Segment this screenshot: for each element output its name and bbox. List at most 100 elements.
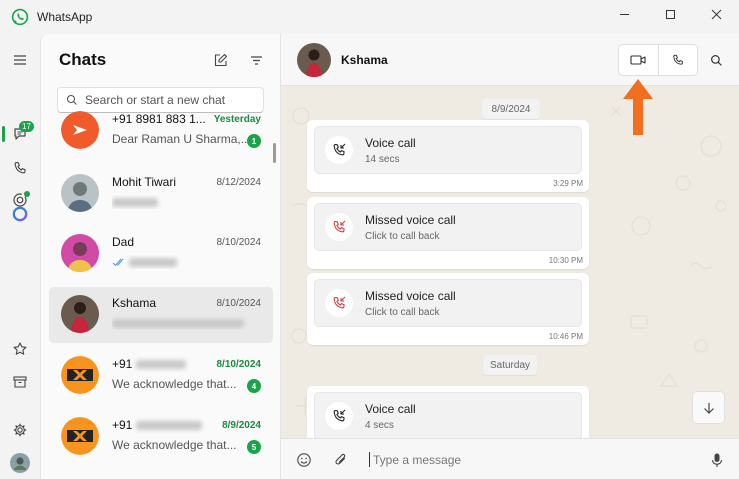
kshama-photo-avatar <box>297 43 331 77</box>
chat-list: +91 8981 883 1... Yesterday Dear Raman U… <box>41 111 280 479</box>
paperclip-icon <box>335 453 346 465</box>
chat-date: 8/10/2024 <box>216 237 262 248</box>
voice-call-button[interactable] <box>657 45 697 75</box>
double-check-icon <box>112 258 124 267</box>
filter-button[interactable] <box>247 51 265 69</box>
filter-icon <box>250 55 262 65</box>
call-title: Voice call <box>365 136 416 150</box>
phone-incoming-icon <box>333 409 346 422</box>
avatar <box>61 417 99 455</box>
chat-date: 8/10/2024 <box>216 298 262 309</box>
avatar <box>61 111 99 149</box>
profile-nav-button[interactable] <box>8 451 32 475</box>
call-title: Voice call <box>365 402 416 416</box>
unread-badge: 5 <box>247 440 261 454</box>
search-in-chat-button[interactable] <box>706 50 726 70</box>
dad-photo-avatar <box>61 234 99 272</box>
chat-date: 8/12/2024 <box>216 177 262 188</box>
window-controls <box>601 0 739 28</box>
conversation-header: Kshama <box>281 34 739 86</box>
chat-preview-blurred <box>112 316 252 330</box>
archive-icon <box>13 376 27 388</box>
chat-list-item[interactable]: +91 8/10/2024 We acknowledge that... 4 <box>49 348 273 404</box>
message-time: 10:30 PM <box>548 256 583 265</box>
settings-nav-button[interactable] <box>8 418 32 442</box>
search-icon <box>710 54 722 66</box>
calls-nav-button[interactable] <box>8 156 32 180</box>
call-subtitle: Click to call back <box>365 307 440 318</box>
phone-icon <box>673 54 683 65</box>
call-card[interactable]: Missed voice call Click to call back <box>314 203 582 251</box>
chat-preview: Dear Raman U Sharma,... <box>112 132 251 146</box>
contact-avatar[interactable] <box>297 43 331 77</box>
mohit-photo-avatar <box>61 174 99 212</box>
chat-list-item[interactable]: +91 8981 883 1... Yesterday Dear Raman U… <box>49 103 273 159</box>
menu-button[interactable] <box>8 48 32 72</box>
call-buttons-group <box>618 44 698 76</box>
call-card[interactable]: Missed voice call Click to call back <box>314 279 582 327</box>
call-title: Missed voice call <box>365 289 456 303</box>
incoming-call-icon <box>325 402 353 430</box>
maximize-icon <box>665 9 675 19</box>
call-duration: 14 secs <box>365 154 400 165</box>
incoming-call-icon <box>325 136 353 164</box>
scroll-to-bottom-button[interactable] <box>692 391 725 424</box>
active-indicator <box>2 126 5 142</box>
meta-ai-button[interactable] <box>8 202 32 226</box>
kshama-photo-avatar <box>61 295 99 333</box>
missed-call-icon <box>325 213 353 241</box>
chat-date: 8/9/2024 <box>222 420 261 431</box>
chats-unread-badge: 17 <box>19 121 34 132</box>
voice-message-button[interactable] <box>707 450 727 470</box>
call-subtitle: Click to call back <box>365 231 440 242</box>
message-area: 8/9/2024 Voice call 14 secs 3:29 PM Miss… <box>281 86 739 438</box>
chat-list-item[interactable]: Mohit Tiwari 8/12/2024 <box>49 166 273 222</box>
composer: Type a message <box>281 438 739 479</box>
chat-date: 8/10/2024 <box>216 359 262 370</box>
chat-date: Yesterday <box>213 114 261 125</box>
archived-nav-button[interactable] <box>8 370 32 394</box>
unread-badge: 4 <box>247 379 261 393</box>
chat-list-scrollbar[interactable] <box>273 143 276 163</box>
call-message: Missed voice call Click to call back 10:… <box>307 197 589 269</box>
close-button[interactable] <box>693 0 739 28</box>
call-duration: 4 secs <box>365 420 394 431</box>
chat-list-item[interactable]: +91 8/9/2024 We acknowledge that... 5 <box>49 409 273 465</box>
starred-nav-button[interactable] <box>8 337 32 361</box>
call-message: Missed voice call Click to call back 10:… <box>307 273 589 345</box>
text-caret <box>369 452 370 467</box>
brand-logo-avatar <box>61 417 99 455</box>
chat-name: Dad <box>112 235 135 249</box>
call-card[interactable]: Voice call 14 secs <box>314 126 582 174</box>
attach-button[interactable] <box>331 450 351 470</box>
message-input[interactable]: Type a message <box>373 453 461 467</box>
chat-list-item-selected[interactable]: Kshama 8/10/2024 <box>49 287 273 343</box>
meta-ai-icon <box>12 206 28 222</box>
arrow-down-icon <box>703 402 714 414</box>
emoji-button[interactable] <box>294 450 314 470</box>
chat-name: Kshama <box>112 296 157 310</box>
chat-preview: We acknowledge that... <box>112 377 237 391</box>
phone-incoming-icon <box>333 143 346 156</box>
chat-list-item[interactable]: Dad 8/10/2024 <box>49 226 273 282</box>
video-call-button[interactable] <box>619 45 658 75</box>
contact-name[interactable]: Kshama <box>341 53 388 67</box>
phone-missed-icon <box>333 220 346 233</box>
chat-name: +91 8981 883 1... <box>112 112 206 126</box>
video-camera-icon <box>630 55 647 65</box>
annotation-arrow-icon <box>623 79 653 135</box>
phone-icon <box>14 161 26 174</box>
navigation-rail: 17 <box>0 34 40 479</box>
star-icon <box>13 342 27 355</box>
gear-icon <box>13 423 27 437</box>
minimize-button[interactable] <box>601 0 647 28</box>
avatar <box>61 295 99 333</box>
date-chip: 8/9/2024 <box>482 99 540 119</box>
call-title: Missed voice call <box>365 213 456 227</box>
new-chat-button[interactable] <box>211 51 229 69</box>
maximize-button[interactable] <box>647 0 693 28</box>
chat-preview-blurred <box>112 255 252 269</box>
message-time: 3:29 PM <box>553 179 583 188</box>
close-icon <box>711 9 721 19</box>
call-card[interactable]: Voice call 4 secs <box>314 392 582 438</box>
